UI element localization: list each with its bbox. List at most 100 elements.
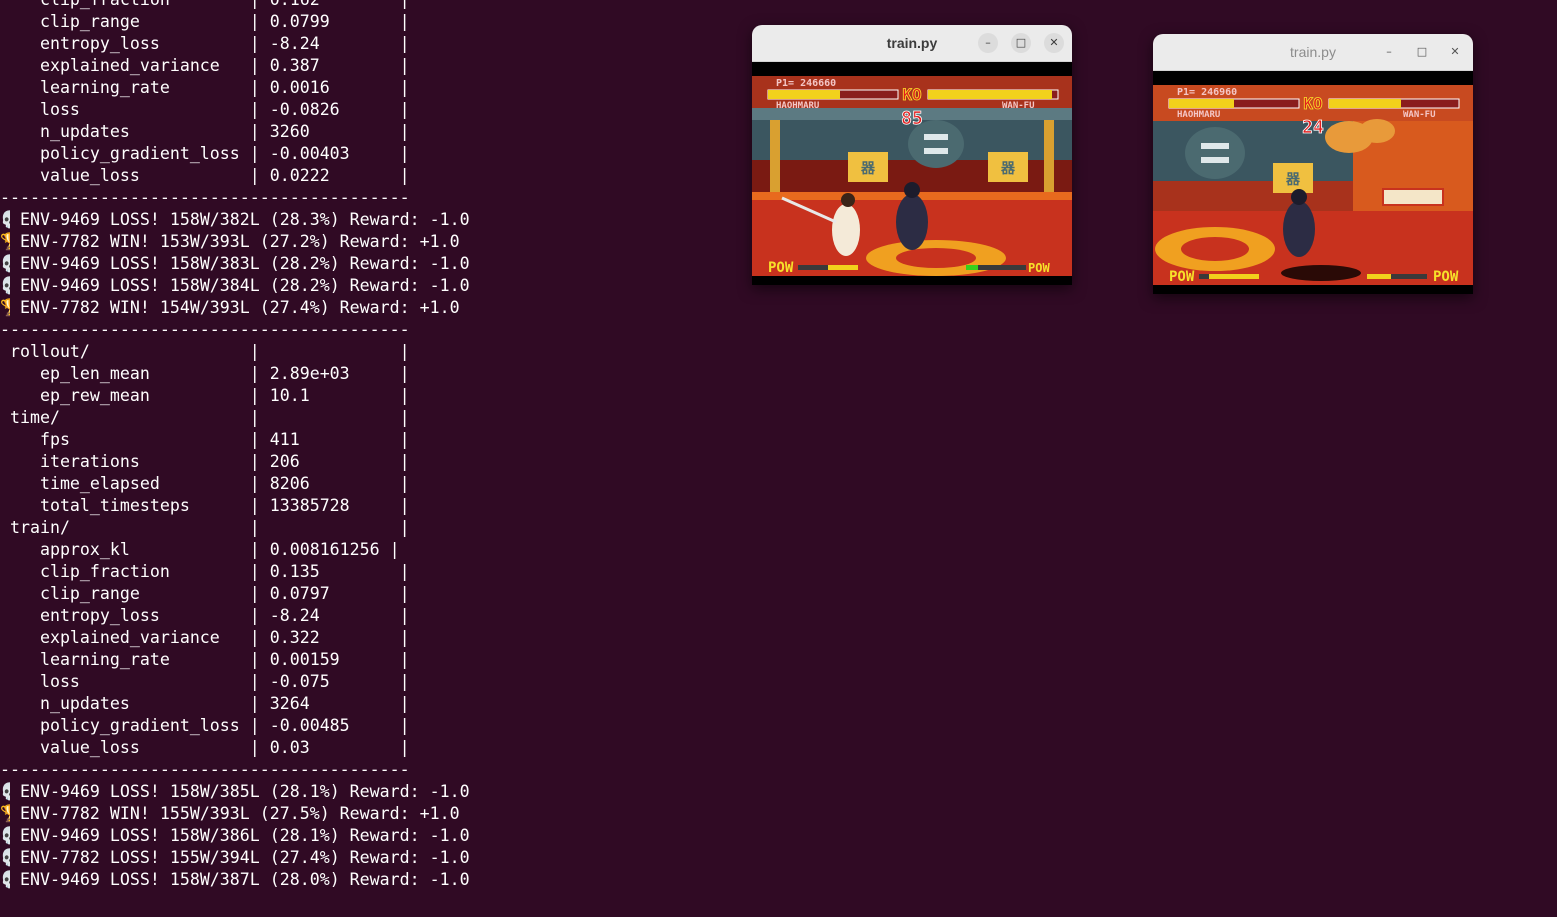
minimize-icon[interactable]: – [1379,42,1399,62]
line-text: clip_range | 0.0799 | [0,12,410,31]
line-text: value_loss | 0.0222 | [0,166,410,185]
ko-label: KO [1303,94,1322,113]
skull-icon: 💀 [0,253,10,275]
log-line: ----------------------------------------… [0,759,470,781]
line-text: loss | -0.0826 | [0,100,410,119]
line-text: policy_gradient_loss | -0.00403 | [0,144,410,163]
log-line: rollout/ | | [0,341,470,363]
log-line: loss | -0.0826 | [0,99,470,121]
game-screen: 器 器 P1= 246660 KO HAOHMARU WAN-FU 85 POW… [752,62,1072,285]
p2-name: WAN-FU [1403,110,1436,120]
line-text: ----------------------------------------… [0,320,410,339]
event-line: 💀 ENV-9469 LOSS! 158W/387L (28.0%) Rewar… [0,869,470,891]
log-line: explained_variance | 0.387 | [0,55,470,77]
log-line: clip_fraction | 0.135 | [0,561,470,583]
log-line: ----------------------------------------… [0,187,470,209]
log-line: learning_rate | 0.00159 | [0,649,470,671]
log-line: clip_range | 0.0797 | [0,583,470,605]
p1-pow-label: POW [768,260,794,276]
log-line: clip_range | 0.0799 | [0,11,470,33]
line-text: ENV-9469 LOSS! 158W/385L (28.1%) Reward:… [10,782,470,801]
close-icon[interactable]: ✕ [1445,42,1465,62]
line-text: approx_kl | 0.008161256 | [0,540,400,559]
line-text: ENV-7782 WIN! 155W/393L (27.5%) Reward: … [10,804,460,823]
svg-text:器: 器 [1285,172,1301,188]
game-window-2[interactable]: train.py – □ ✕ 器 P1= 246960 KO HAOHMARU … [1153,34,1473,294]
line-text: ENV-7782 LOSS! 155W/394L (27.4%) Reward:… [10,848,470,867]
p1-score: P1= 246660 [776,78,836,89]
event-line: 🏆 ENV-7782 WIN! 153W/393L (27.2%) Reward… [0,231,470,253]
line-text: clip_range | 0.0797 | [0,584,410,603]
line-text: ENV-9469 LOSS! 158W/386L (28.1%) Reward:… [10,826,470,845]
game-screen: 器 P1= 246960 KO HAOHMARU WAN-FU 24 POW P… [1153,71,1473,294]
round-timer: 85 [901,108,923,129]
line-text: clip_fraction | 0.135 | [0,562,410,581]
skull-icon: 💀 [0,869,10,891]
line-text: loss | -0.075 | [0,672,410,691]
p2-name: WAN-FU [1002,101,1035,111]
trophy-icon: 🏆 [0,297,10,319]
event-line: 🏆 ENV-7782 WIN! 155W/393L (27.5%) Reward… [0,803,470,825]
log-line: policy_gradient_loss | -0.00485 | [0,715,470,737]
line-text: ENV-9469 LOSS! 158W/382L (28.3%) Reward:… [10,210,470,229]
p2-pow-label: POW [1433,269,1459,285]
svg-text:器: 器 [1000,161,1016,177]
log-line: iterations | 206 | [0,451,470,473]
ko-label: KO [902,85,921,104]
p1-pow-label: POW [1169,269,1195,285]
event-line: 💀 ENV-9469 LOSS! 158W/382L (28.3%) Rewar… [0,209,470,231]
line-text: ----------------------------------------… [0,760,410,779]
log-line: approx_kl | 0.008161256 | [0,539,470,561]
line-text: learning_rate | 0.0016 | [0,78,410,97]
event-line: 💀 ENV-9469 LOSS! 158W/386L (28.1%) Rewar… [0,825,470,847]
log-line: value_loss | 0.0222 | [0,165,470,187]
line-text: total_timesteps | 13385728 | [0,496,410,515]
maximize-icon[interactable]: □ [1412,42,1432,62]
skull-icon: 💀 [0,209,10,231]
line-text: time_elapsed | 8206 | [0,474,410,493]
log-line: ep_rew_mean | 10.1 | [0,385,470,407]
log-line: value_loss | 0.03 | [0,737,470,759]
log-line: fps | 411 | [0,429,470,451]
line-text: policy_gradient_loss | -0.00485 | [0,716,410,735]
line-text: iterations | 206 | [0,452,410,471]
terminal-output[interactable]: clip_fraction | 0.162 | clip_range | 0.0… [0,0,470,891]
line-text: ep_len_mean | 2.89e+03 | [0,364,410,383]
event-line: 💀 ENV-9469 LOSS! 158W/385L (28.1%) Rewar… [0,781,470,803]
event-line: 💀 ENV-9469 LOSS! 158W/384L (28.2%) Rewar… [0,275,470,297]
line-text: time/ | | [0,408,410,427]
p2-pow-label: POW [1028,261,1050,275]
maximize-icon[interactable]: □ [1011,33,1031,53]
log-line: loss | -0.075 | [0,671,470,693]
line-text: rollout/ | | [0,342,410,361]
log-line: clip_fraction | 0.162 | [0,0,470,11]
log-line: time/ | | [0,407,470,429]
log-line: learning_rate | 0.0016 | [0,77,470,99]
line-text: train/ | | [0,518,410,537]
minimize-icon[interactable]: – [978,33,998,53]
event-line: 🏆 ENV-7782 WIN! 154W/393L (27.4%) Reward… [0,297,470,319]
svg-text:器: 器 [860,161,876,177]
trophy-icon: 🏆 [0,231,10,253]
skull-icon: 💀 [0,275,10,297]
window-titlebar[interactable]: train.py – □ ✕ [1153,34,1473,71]
window-titlebar[interactable]: train.py – □ ✕ [752,25,1072,62]
line-text: n_updates | 3260 | [0,122,410,141]
log-line: explained_variance | 0.322 | [0,627,470,649]
skull-icon: 💀 [0,847,10,869]
line-text: clip_fraction | 0.162 | [0,0,410,9]
p1-score: P1= 246960 [1177,87,1237,98]
line-text: fps | 411 | [0,430,410,449]
line-text: ----------------------------------------… [0,188,410,207]
line-text: entropy_loss | -8.24 | [0,34,410,53]
line-text: ENV-9469 LOSS! 158W/383L (28.2%) Reward:… [10,254,470,273]
skull-icon: 💀 [0,825,10,847]
close-icon[interactable]: ✕ [1044,33,1064,53]
line-text: entropy_loss | -8.24 | [0,606,410,625]
event-line: 💀 ENV-9469 LOSS! 158W/383L (28.2%) Rewar… [0,253,470,275]
line-text: learning_rate | 0.00159 | [0,650,410,669]
log-line: ep_len_mean | 2.89e+03 | [0,363,470,385]
line-text: ENV-7782 WIN! 153W/393L (27.2%) Reward: … [10,232,460,251]
game-window-1[interactable]: train.py – □ ✕ 器 器 P1= 246660 KO HAOHMAR… [752,25,1072,285]
log-line: train/ | | [0,517,470,539]
